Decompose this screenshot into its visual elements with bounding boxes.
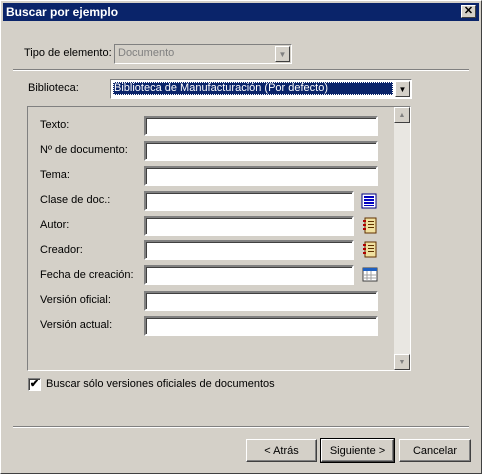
chevron-down-icon: ▼ — [398, 84, 407, 94]
official-versions-label: Buscar sólo versiones oficiales de docum… — [46, 378, 275, 390]
chevron-down-icon: ▼ — [398, 358, 406, 366]
version-oficial-input[interactable] — [144, 291, 378, 311]
next-button[interactable]: Siguiente > — [320, 438, 395, 463]
calendar-icon — [362, 267, 378, 282]
next-button-label: Siguiente > — [329, 444, 386, 457]
biblioteca-dropdown-button[interactable]: ▼ — [395, 81, 410, 97]
tipo-elemento-select[interactable]: Documento ▼ — [114, 44, 292, 64]
scroll-down-button[interactable]: ▼ — [394, 354, 410, 370]
clase-doc-browse-button[interactable] — [360, 192, 378, 210]
autor-input[interactable] — [144, 216, 354, 236]
creador-input[interactable] — [144, 240, 354, 260]
fecha-creacion-input[interactable] — [144, 265, 354, 285]
autor-browse-button[interactable] — [361, 216, 379, 234]
address-book-icon — [363, 217, 377, 233]
list-icon — [361, 193, 377, 209]
creador-label: Creador: — [40, 244, 83, 256]
chevron-down-icon: ▼ — [278, 49, 287, 59]
version-oficial-label: Versión oficial: — [40, 294, 111, 306]
address-book-icon — [363, 241, 377, 257]
separator-bottom — [13, 426, 469, 428]
title-bar: Buscar por ejemplo ✕ — [3, 3, 479, 21]
cancel-button-label: Cancelar — [412, 444, 458, 457]
fecha-creacion-calendar-button[interactable] — [361, 265, 379, 283]
scroll-up-button[interactable]: ▲ — [394, 107, 410, 123]
tipo-elemento-value: Documento — [118, 47, 175, 59]
tema-label: Tema: — [40, 169, 70, 181]
tema-input[interactable] — [144, 166, 378, 186]
criteria-scrollbar[interactable]: ▲ ▼ — [394, 107, 410, 370]
texto-label: Texto: — [40, 119, 70, 131]
clase-doc-input[interactable] — [144, 191, 354, 211]
tipo-elemento-dropdown-button[interactable]: ▼ — [275, 46, 290, 62]
texto-input[interactable] — [144, 116, 378, 136]
version-actual-input[interactable] — [144, 316, 378, 336]
num-documento-label: Nº de documento: — [40, 144, 128, 156]
close-icon: ✕ — [463, 5, 474, 17]
version-actual-label: Versión actual: — [40, 319, 113, 331]
chevron-up-icon: ▲ — [398, 111, 406, 119]
tipo-elemento-label: Tipo de elemento: — [24, 47, 112, 59]
separator-top — [13, 69, 469, 71]
creador-browse-button[interactable] — [361, 240, 379, 258]
back-button-label: < Atrás — [264, 444, 299, 457]
dialog-window: Buscar por ejemplo ✕ Tipo de elemento: D… — [0, 0, 482, 474]
cancel-button[interactable]: Cancelar — [399, 439, 471, 462]
autor-label: Autor: — [40, 219, 70, 231]
clase-doc-label: Clase de doc.: — [40, 194, 111, 206]
fecha-creacion-label: Fecha de creación: — [40, 269, 134, 281]
biblioteca-value: Biblioteca de Manufacturación (Por defec… — [113, 82, 393, 95]
official-versions-checkbox[interactable]: ✔ — [28, 378, 41, 391]
biblioteca-select[interactable]: Biblioteca de Manufacturación (Por defec… — [110, 79, 412, 99]
back-button[interactable]: < Atrás — [246, 439, 317, 462]
biblioteca-label: Biblioteca: — [28, 82, 79, 94]
window-title: Buscar por ejemplo — [6, 5, 119, 19]
close-button[interactable]: ✕ — [461, 5, 476, 18]
checkmark-icon: ✔ — [29, 378, 40, 390]
num-documento-input[interactable] — [144, 141, 378, 161]
